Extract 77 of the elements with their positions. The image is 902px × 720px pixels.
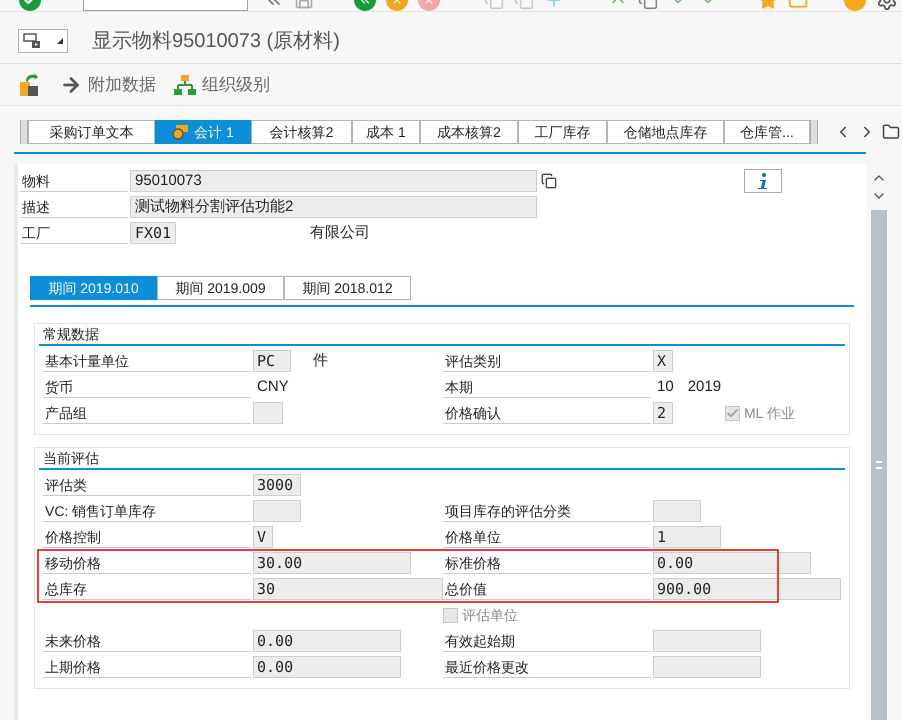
input-field[interactable]: 30	[252, 578, 443, 600]
tab[interactable]: 期间 2018.012	[284, 276, 411, 300]
input-field[interactable]: 0.00	[653, 552, 811, 574]
field-label: VC: 销售订单库存	[43, 500, 251, 522]
input-field[interactable]: 3000	[253, 474, 301, 496]
field-value: 10	[656, 376, 675, 397]
input-field[interactable]	[653, 630, 761, 652]
tab-list-icon[interactable]	[882, 123, 900, 141]
field-label: 未来价格	[43, 630, 251, 652]
scrollbar-thumb[interactable]	[871, 210, 887, 720]
checkbox-label: ML 作业	[744, 404, 795, 422]
coins-icon	[172, 124, 190, 140]
tab[interactable]: 成本 1	[352, 120, 420, 144]
input-field[interactable]: V	[253, 526, 273, 548]
info-icon	[757, 172, 769, 190]
field-value: CNY	[256, 376, 290, 397]
field-label: 总库存	[43, 578, 251, 600]
tab[interactable]: 成本核算2	[420, 120, 518, 144]
field-label: 价格确认	[443, 402, 651, 424]
input-field[interactable]: 测试物料分割评估功能2	[130, 196, 537, 218]
input-field[interactable]: 1	[653, 526, 721, 548]
field-label: 基本计量单位	[43, 350, 251, 372]
field-value: 2019	[688, 376, 722, 397]
checkbox-label: 评估单位	[462, 606, 518, 624]
input-field[interactable]: PC	[253, 350, 291, 372]
field-label: 价格单位	[443, 526, 651, 548]
field-label: 物料	[20, 170, 128, 192]
input-field[interactable]: 95010073	[130, 170, 537, 192]
field-label: 项目库存的评估分类	[443, 500, 651, 522]
menu-button[interactable]	[18, 28, 68, 52]
input-field[interactable]	[653, 656, 761, 678]
field-label: 移动价格	[43, 552, 251, 574]
corner-icon	[57, 38, 63, 44]
field-label: 标准价格	[443, 552, 651, 574]
group-title: 当前评估	[42, 449, 100, 468]
input-field[interactable]	[253, 500, 301, 522]
tab[interactable]: 工厂库存	[518, 120, 607, 144]
field-label: 价格控制	[43, 526, 251, 548]
field-label: 有效起始期	[443, 630, 651, 652]
tab-scroll-handle[interactable]	[810, 120, 818, 144]
info-button[interactable]	[744, 169, 782, 193]
tab[interactable]: 期间 2019.009	[157, 276, 284, 300]
input-field[interactable]	[253, 402, 283, 424]
field-label: 产品组	[43, 402, 251, 424]
field-label: 评估类	[43, 474, 251, 496]
input-field[interactable]: 2	[653, 402, 673, 424]
display-icon	[23, 32, 41, 48]
input-field[interactable]: FX01	[130, 222, 176, 244]
input-field[interactable]: 0.00	[253, 656, 401, 678]
input-field[interactable]: X	[653, 350, 673, 372]
tab[interactable]: 采购订单文本	[28, 120, 155, 144]
tab[interactable]: 会计核算2	[251, 120, 352, 144]
tab[interactable]: 仓储地点库存	[607, 120, 724, 144]
hierarchy-icon	[174, 74, 196, 96]
tab[interactable]: 期间 2019.010	[30, 276, 157, 300]
input-field[interactable]	[653, 500, 701, 522]
field-label: 本期	[443, 376, 651, 398]
toolbar-button[interactable]: 组织级别	[174, 72, 270, 98]
window-title: 显示物料95010073 (原材料)	[92, 28, 340, 54]
toolbar-button[interactable]: 附加数据	[60, 72, 156, 98]
tab-scroll-handle[interactable]	[20, 120, 28, 144]
field-label: 工厂	[20, 222, 128, 244]
input-field[interactable]: 0.00	[253, 630, 401, 652]
field-label: 上期价格	[43, 656, 251, 678]
group-title: 常规数据	[42, 325, 100, 344]
field-label: 评估类别	[443, 350, 651, 372]
field-label: 总价值	[443, 578, 651, 600]
field-label: 货币	[43, 376, 251, 398]
field-value: 件	[313, 350, 328, 371]
tab[interactable]: 仓库管...	[724, 120, 810, 144]
tab[interactable]: 会计 1	[155, 120, 251, 144]
plant-name: 有限公司	[310, 222, 370, 243]
copy-icon[interactable]	[541, 173, 557, 189]
field-label: 最近价格更改	[443, 656, 651, 678]
field-label: 描述	[20, 196, 128, 218]
input-field[interactable]: 900.00	[653, 578, 841, 600]
input-field[interactable]: 30.00	[253, 552, 411, 574]
